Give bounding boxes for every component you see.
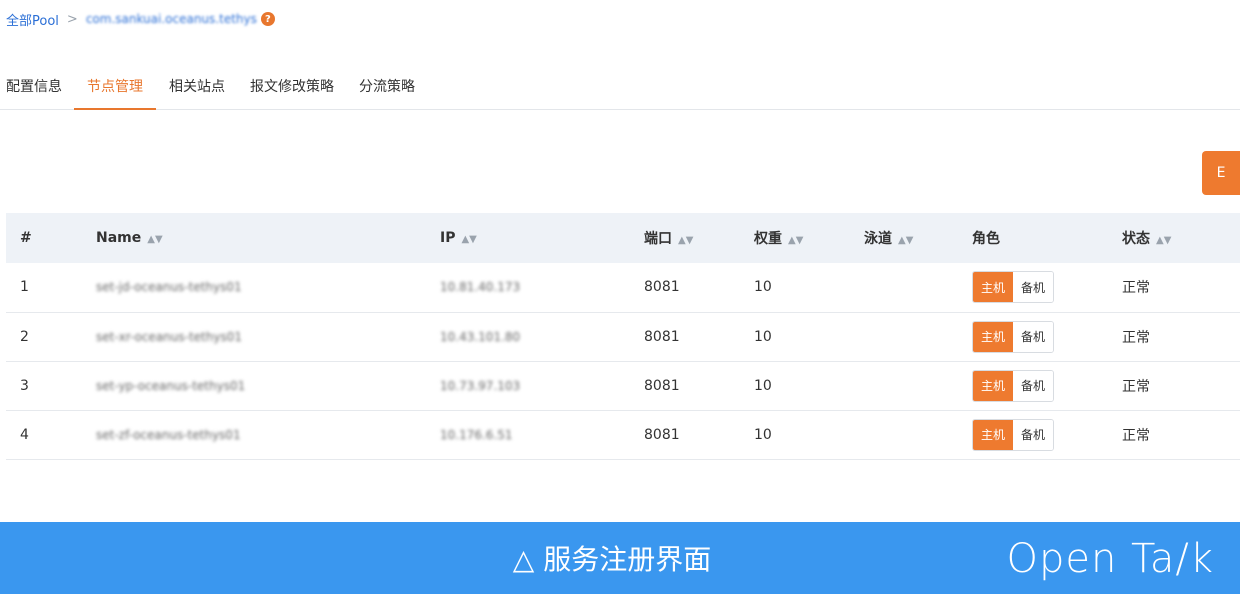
node-lane <box>864 361 972 411</box>
table-header-row: # Name ▲▼ IP ▲▼ 端口 ▲▼ 权重 ▲▼ 泳道 ▲▼ 角色 状态 ▲▼ <box>6 213 1240 263</box>
role-toggle: 主机 备机 <box>972 418 1054 451</box>
tab-bar: 配置信息 节点管理 相关站点 报文修改策略 分流策略 <box>0 62 1240 110</box>
role-backup-button[interactable]: 备机 <box>1013 419 1053 450</box>
table-row: 3 set-yp-oceanus-tethys01 10.73.97.103 8… <box>6 361 1240 411</box>
status-text: 正常 <box>1122 361 1240 411</box>
column-header-ip[interactable]: IP ▲▼ <box>440 213 644 263</box>
node-lane <box>864 312 972 362</box>
status-text: 正常 <box>1122 263 1240 313</box>
breadcrumb-separator: > <box>66 11 78 27</box>
node-table: # Name ▲▼ IP ▲▼ 端口 ▲▼ 权重 ▲▼ 泳道 ▲▼ 角色 状态 ▲▼ 1 s… <box>6 213 1240 460</box>
role-backup-button[interactable]: 备机 <box>1013 272 1053 303</box>
role-toggle: 主机 备机 <box>972 369 1054 402</box>
breadcrumb-current-pool[interactable]: com.sankuai.oceanus.tethys <box>86 12 257 26</box>
node-lane <box>864 263 972 313</box>
sort-icon[interactable]: ▲▼ <box>147 234 162 245</box>
role-toggle: 主机 备机 <box>972 320 1054 353</box>
sort-icon[interactable]: ▲▼ <box>788 235 803 246</box>
node-weight: 10 <box>754 312 864 362</box>
node-name: set-zf-oceanus-tethys01 <box>96 427 241 442</box>
node-ip: 10.176.6.51 <box>440 427 513 442</box>
open-talk-logo: Open Ta/k <box>1006 536 1214 582</box>
node-port: 8081 <box>644 312 754 362</box>
tab-config-info[interactable]: 配置信息 <box>6 76 62 110</box>
column-header-role: 角色 <box>972 213 1122 263</box>
node-lane <box>864 410 972 460</box>
row-index: 4 <box>6 410 96 460</box>
table-row: 1 set-jd-oceanus-tethys01 10.81.40.173 8… <box>6 263 1240 313</box>
node-port: 8081 <box>644 263 754 313</box>
node-weight: 10 <box>754 361 864 411</box>
sort-icon[interactable]: ▲▼ <box>1156 235 1171 246</box>
role-primary-button[interactable]: 主机 <box>973 272 1013 303</box>
role-backup-button[interactable]: 备机 <box>1013 321 1053 352</box>
node-weight: 10 <box>754 410 864 460</box>
edit-button[interactable]: E <box>1202 151 1240 195</box>
node-ip: 10.81.40.173 <box>440 280 521 295</box>
row-index: 1 <box>6 263 96 313</box>
node-name: set-yp-oceanus-tethys01 <box>96 378 246 393</box>
breadcrumb-root-link[interactable]: 全部Pool <box>6 10 59 29</box>
row-index: 2 <box>6 312 96 362</box>
node-name: set-xr-oceanus-tethys01 <box>96 329 242 344</box>
column-header-lane[interactable]: 泳道 ▲▼ <box>864 213 972 263</box>
column-header-status[interactable]: 状态 ▲▼ <box>1122 213 1240 263</box>
help-icon[interactable]: ? <box>260 12 275 26</box>
tab-traffic-split-policy[interactable]: 分流策略 <box>358 76 416 110</box>
node-weight: 10 <box>754 263 864 313</box>
role-primary-button[interactable]: 主机 <box>973 370 1013 401</box>
sort-icon[interactable]: ▲▼ <box>461 234 476 245</box>
table-row: 4 set-zf-oceanus-tethys01 10.176.6.51 80… <box>6 410 1240 460</box>
status-text: 正常 <box>1122 410 1240 460</box>
sort-icon[interactable]: ▲▼ <box>678 235 693 246</box>
tab-message-modify-policy[interactable]: 报文修改策略 <box>250 76 334 110</box>
column-header-name[interactable]: Name ▲▼ <box>96 213 440 263</box>
column-header-port[interactable]: 端口 ▲▼ <box>644 213 754 263</box>
breadcrumb: 全部Pool > com.sankuai.oceanus.tethys ? <box>6 9 275 29</box>
sort-icon[interactable]: ▲▼ <box>898 235 913 246</box>
tab-node-management[interactable]: 节点管理 <box>74 76 156 110</box>
role-primary-button[interactable]: 主机 <box>973 419 1013 450</box>
column-header-weight[interactable]: 权重 ▲▼ <box>754 213 864 263</box>
row-index: 3 <box>6 361 96 411</box>
column-header-index: # <box>6 213 96 263</box>
role-toggle: 主机 备机 <box>972 271 1054 304</box>
node-port: 8081 <box>644 410 754 460</box>
tab-related-sites[interactable]: 相关站点 <box>168 76 226 110</box>
table-row: 2 set-xr-oceanus-tethys01 10.43.101.80 8… <box>6 312 1240 362</box>
node-ip: 10.43.101.80 <box>440 329 521 344</box>
node-name: set-jd-oceanus-tethys01 <box>96 280 242 295</box>
status-text: 正常 <box>1122 312 1240 362</box>
caption-banner: △ 服务注册界面 Open Ta/k <box>0 522 1240 594</box>
node-ip: 10.73.97.103 <box>440 378 521 393</box>
role-primary-button[interactable]: 主机 <box>973 321 1013 352</box>
role-backup-button[interactable]: 备机 <box>1013 370 1053 401</box>
node-port: 8081 <box>644 361 754 411</box>
